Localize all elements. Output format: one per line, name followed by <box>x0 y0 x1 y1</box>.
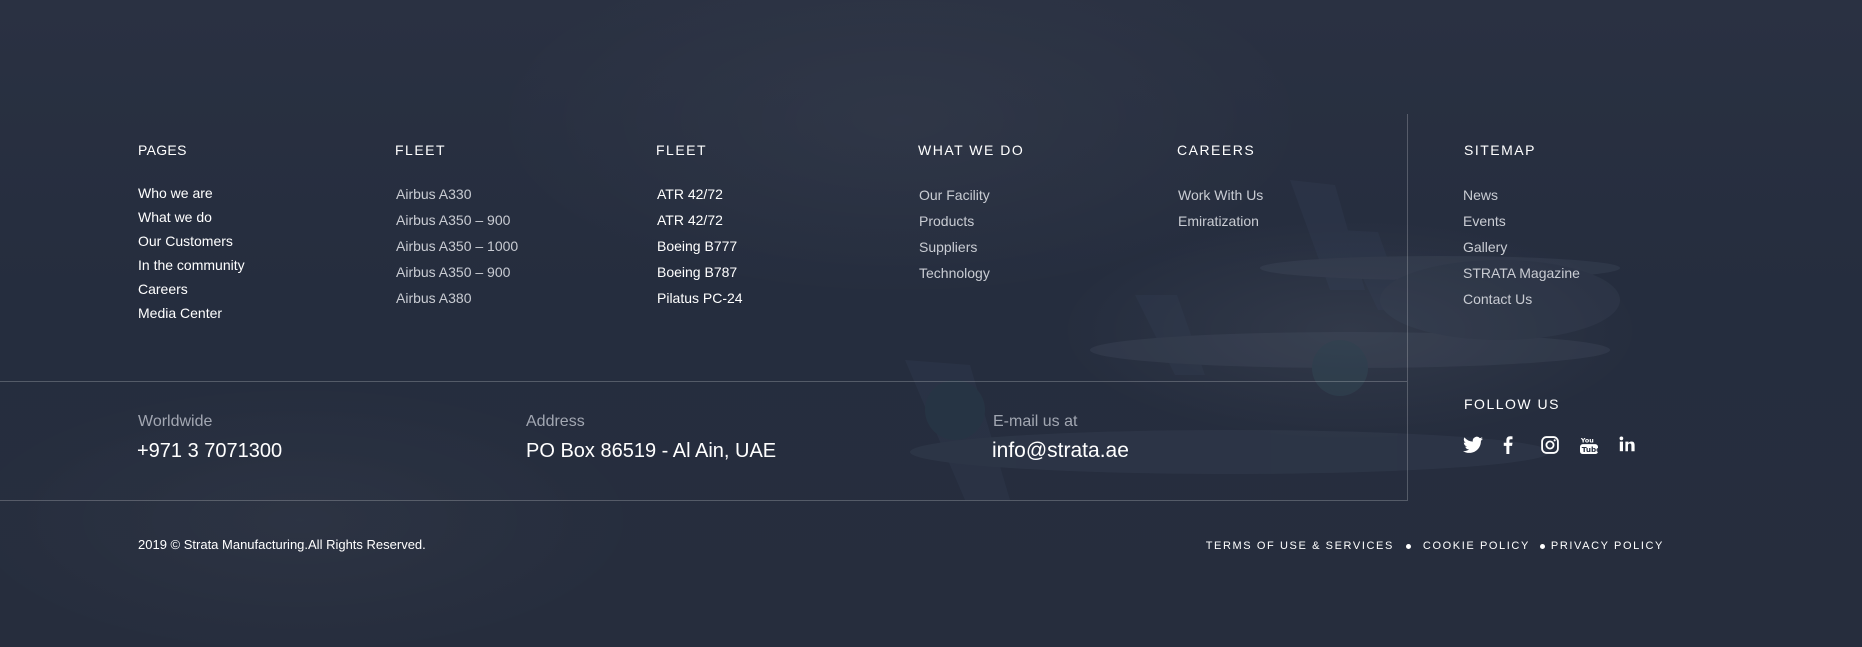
fleet-link-b787[interactable]: Boeing B787 <box>657 259 743 285</box>
fleet-link-a350-1000[interactable]: Airbus A350 – 1000 <box>396 233 518 259</box>
pages-link-community[interactable]: In the community <box>138 253 245 277</box>
careers-link-work-with-us[interactable]: Work With Us <box>1178 182 1263 208</box>
sitemap-title: SITEMAP <box>1464 142 1536 158</box>
wwd-link-facility[interactable]: Our Facility <box>919 182 990 208</box>
fleet-link-pc24[interactable]: Pilatus PC-24 <box>657 285 743 311</box>
what-we-do-links: Our Facility Products Suppliers Technolo… <box>919 182 990 286</box>
social-links: YouTube <box>1463 436 1658 460</box>
divider-top <box>0 381 1407 382</box>
fleet-link-atr-2[interactable]: ATR 42/72 <box>657 207 743 233</box>
divider-bottom <box>0 500 1407 501</box>
pages-link-who-we-are[interactable]: Who we are <box>138 181 245 205</box>
wwd-link-technology[interactable]: Technology <box>919 260 990 286</box>
fleet-link-a330[interactable]: Airbus A330 <box>396 181 518 207</box>
fleet-links-2: ATR 42/72 ATR 42/72 Boeing B777 Boeing B… <box>657 181 743 311</box>
sitemap-link-magazine[interactable]: STRATA Magazine <box>1463 260 1580 286</box>
pages-link-what-we-do[interactable]: What we do <box>138 205 245 229</box>
facebook-icon[interactable] <box>1502 436 1541 460</box>
wwd-link-products[interactable]: Products <box>919 208 990 234</box>
separator-dot <box>1405 543 1411 549</box>
fleet-link-a380[interactable]: Airbus A380 <box>396 285 518 311</box>
follow-us-title: FOLLOW US <box>1464 396 1560 412</box>
fleet-title-1: FLEET <box>395 142 447 158</box>
what-we-do-title: WHAT WE DO <box>918 142 1025 158</box>
sitemap-link-gallery[interactable]: Gallery <box>1463 234 1580 260</box>
sitemap-link-events[interactable]: Events <box>1463 208 1580 234</box>
fleet-link-atr-1[interactable]: ATR 42/72 <box>657 181 743 207</box>
copyright-text: 2019 © Strata Manufacturing.All Rights R… <box>138 537 426 552</box>
fleet-links-1: Airbus A330 Airbus A350 – 900 Airbus A35… <box>396 181 518 311</box>
pages-link-careers[interactable]: Careers <box>138 277 245 301</box>
sitemap-links: News Events Gallery STRATA Magazine Cont… <box>1463 182 1580 312</box>
worldwide-label: Worldwide <box>138 413 213 430</box>
wwd-link-suppliers[interactable]: Suppliers <box>919 234 990 260</box>
fleet-link-b777[interactable]: Boeing B777 <box>657 233 743 259</box>
vertical-divider <box>1407 114 1408 501</box>
youtube-icon[interactable]: YouTube <box>1580 436 1619 460</box>
fleet-link-a350-900[interactable]: Airbus A350 – 900 <box>396 207 518 233</box>
careers-title: CAREERS <box>1177 142 1256 158</box>
svg-text:Tube: Tube <box>1582 445 1598 454</box>
pages-link-media-center[interactable]: Media Center <box>138 301 245 325</box>
careers-link-emiratization[interactable]: Emiratization <box>1178 208 1263 234</box>
legal-links: TERMS OF USE & SERVICES COOKIE POLICY PR… <box>1206 540 1664 552</box>
address-value: PO Box 86519 - Al Ain, UAE <box>526 440 777 462</box>
fleet-link-a350-900-b[interactable]: Airbus A350 – 900 <box>396 259 518 285</box>
linkedin-icon[interactable] <box>1619 436 1658 460</box>
careers-links: Work With Us Emiratization <box>1178 182 1263 234</box>
address-label: Address <box>526 413 585 430</box>
sitemap-link-news[interactable]: News <box>1463 182 1580 208</box>
separator-dot <box>1539 543 1545 549</box>
email-link[interactable]: info@strata.ae <box>992 439 1129 463</box>
sitemap-link-contact[interactable]: Contact Us <box>1463 286 1580 312</box>
worldwide-phone[interactable]: +971 3 7071300 <box>137 440 282 463</box>
twitter-icon[interactable] <box>1463 436 1502 460</box>
terms-link[interactable]: TERMS OF USE & SERVICES <box>1206 540 1394 552</box>
pages-links: Who we are What we do Our Customers In t… <box>138 181 245 325</box>
email-label: E-mail us at <box>993 413 1078 430</box>
instagram-icon[interactable] <box>1541 436 1580 460</box>
pages-title: PAGES <box>138 142 187 158</box>
cookie-policy-link[interactable]: COOKIE POLICY <box>1423 540 1530 552</box>
pages-link-our-customers[interactable]: Our Customers <box>138 229 245 253</box>
fleet-title-2: FLEET <box>656 142 708 158</box>
svg-text:You: You <box>1580 437 1594 444</box>
privacy-policy-link[interactable]: PRIVACY POLICY <box>1551 540 1664 552</box>
